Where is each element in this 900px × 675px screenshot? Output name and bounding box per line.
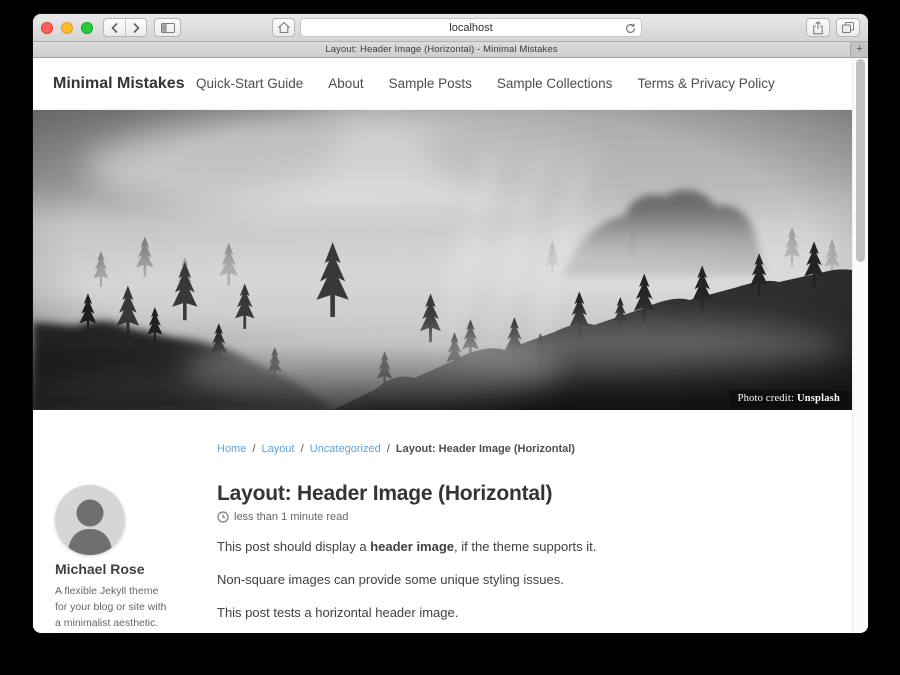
new-tab-button[interactable]: + — [851, 42, 868, 57]
desktop-background: localhost Layout: Header Image (Horizont… — [0, 0, 900, 675]
paragraph-3: This post tests a horizontal header imag… — [217, 603, 832, 622]
photo-credit: Photo credit: Unsplash — [730, 390, 848, 407]
paragraph-text: , if the theme supports it. — [454, 539, 596, 554]
share-button[interactable] — [806, 18, 830, 37]
scrollbar[interactable] — [852, 58, 868, 632]
breadcrumb: Home / Layout / Uncategorized / Layout: … — [217, 443, 832, 455]
clock-icon — [217, 511, 229, 523]
paragraph-text: Non-square images can provide some uniqu… — [217, 572, 564, 587]
breadcrumb-separator: / — [301, 443, 304, 455]
toolbar-right-buttons — [806, 18, 860, 37]
back-button[interactable] — [104, 19, 125, 36]
tabs-overview-button[interactable] — [836, 18, 860, 37]
refresh-icon — [625, 23, 636, 34]
breadcrumb-current: Layout: Header Image (Horizontal) — [396, 443, 575, 455]
content-area: Michael Rose A flexible Jekyll theme for… — [33, 410, 852, 631]
sidebar-toggle-button[interactable] — [154, 18, 181, 37]
breadcrumb-separator: / — [387, 443, 390, 455]
refresh-button[interactable] — [623, 21, 637, 35]
header-image: Photo credit: Unsplash — [33, 110, 852, 410]
breadcrumb-separator: / — [252, 443, 255, 455]
paragraph-2: Non-square images can provide some uniqu… — [217, 570, 832, 589]
tab-bar: Layout: Header Image (Horizontal) - Mini… — [33, 42, 868, 58]
active-tab[interactable]: Layout: Header Image (Horizontal) - Mini… — [33, 42, 851, 57]
breadcrumb-uncategorized[interactable]: Uncategorized — [310, 443, 381, 455]
nav-sample-posts[interactable]: Sample Posts — [389, 76, 472, 91]
site-nav: Quick-Start Guide About Sample Posts Sam… — [196, 58, 775, 109]
forward-button[interactable] — [125, 19, 146, 36]
breadcrumb-layout[interactable]: Layout — [262, 443, 295, 455]
fullscreen-window-button[interactable] — [81, 22, 93, 34]
tab-title: Layout: Header Image (Horizontal) - Mini… — [325, 44, 557, 55]
read-time: less than 1 minute read — [217, 511, 832, 523]
url-text: localhost — [449, 22, 492, 34]
foggy-forest-photo — [33, 110, 852, 410]
photo-credit-label: Photo credit: — [738, 393, 797, 404]
home-button[interactable] — [272, 18, 295, 37]
chevron-left-icon — [110, 22, 120, 34]
page-title: Layout: Header Image (Horizontal) — [217, 482, 832, 506]
photo-credit-source: Unsplash — [797, 393, 840, 404]
avatar — [55, 485, 125, 555]
paragraph-text: This post tests a horizontal header imag… — [217, 605, 458, 620]
site-title-link[interactable]: Minimal Mistakes — [53, 75, 185, 93]
person-silhouette-icon — [55, 485, 125, 555]
author-sidebar: Michael Rose A flexible Jekyll theme for… — [53, 410, 217, 631]
nav-terms-privacy-policy[interactable]: Terms & Privacy Policy — [637, 76, 774, 91]
minimize-window-button[interactable] — [61, 22, 73, 34]
address-bar[interactable]: localhost — [300, 18, 642, 37]
safari-window: localhost Layout: Header Image (Horizont… — [33, 14, 868, 633]
sidebar-icon — [160, 21, 176, 35]
nav-sample-collections[interactable]: Sample Collections — [497, 76, 613, 91]
browser-toolbar: localhost — [33, 14, 868, 42]
scrollbar-thumb[interactable] — [856, 59, 865, 262]
nav-about[interactable]: About — [328, 76, 363, 91]
chevron-right-icon — [131, 22, 141, 34]
paragraph-bold-text: header image — [370, 539, 454, 554]
author-bio: A flexible Jekyll theme for your blog or… — [53, 583, 173, 631]
share-icon — [812, 21, 824, 35]
page-viewport: Minimal Mistakes Quick-Start Guide About… — [33, 58, 868, 632]
tabs-icon — [841, 21, 855, 34]
window-controls — [41, 22, 93, 34]
home-icon — [277, 21, 291, 34]
article: Home / Layout / Uncategorized / Layout: … — [217, 410, 832, 631]
page-content: Minimal Mistakes Quick-Start Guide About… — [33, 58, 852, 631]
site-masthead: Minimal Mistakes Quick-Start Guide About… — [33, 58, 852, 110]
paragraph-text: This post should display a — [217, 539, 370, 554]
author-name: Michael Rose — [53, 561, 217, 577]
read-time-label: less than 1 minute read — [234, 511, 348, 523]
close-window-button[interactable] — [41, 22, 53, 34]
breadcrumb-home[interactable]: Home — [217, 443, 246, 455]
history-nav-group — [103, 18, 147, 37]
nav-quick-start-guide[interactable]: Quick-Start Guide — [196, 76, 303, 91]
paragraph-1: This post should display a header image,… — [217, 537, 832, 556]
